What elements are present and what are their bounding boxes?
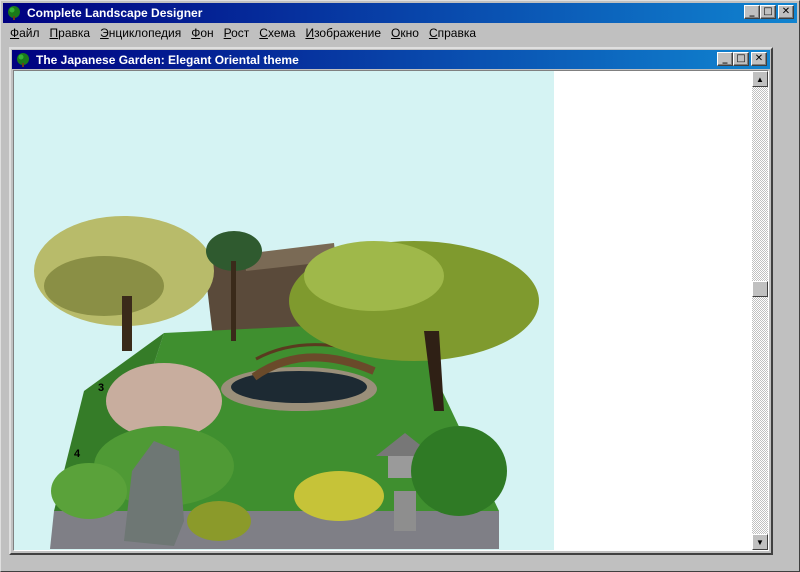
menu-encyclopedia[interactable]: Энциклопедия [95, 24, 186, 42]
menu-file[interactable]: Файл [5, 24, 45, 42]
maple-canopy-light [304, 241, 444, 311]
menu-window[interactable]: Окно [386, 24, 424, 42]
garden-scene: 4 3 [34, 216, 539, 549]
left-pine-canopy-shade [44, 256, 164, 316]
document-title: The Japanese Garden: Elegant Oriental th… [36, 52, 299, 67]
plant-label-4: 4 [74, 448, 81, 460]
menu-help[interactable]: Справка [424, 24, 481, 42]
document-maximize-button[interactable]: □ [733, 52, 749, 66]
scroll-up-button[interactable]: ▲ [752, 71, 768, 87]
scroll-thumb[interactable] [752, 281, 768, 297]
document-titlebar[interactable]: The Japanese Garden: Elegant Oriental th… [12, 50, 770, 69]
document-client-area: 4 3 ▲ ▼ [13, 70, 769, 551]
minimize-button[interactable]: _ [744, 5, 760, 19]
tree-icon [8, 6, 20, 20]
tree-icon [17, 52, 29, 67]
golden-shrub [294, 471, 384, 521]
document-window: The Japanese Garden: Elegant Oriental th… [9, 47, 773, 555]
menu-image[interactable]: Изображение [300, 24, 386, 42]
document-close-button[interactable]: ✕ [751, 52, 767, 66]
app-window-controls: _ □ ✕ [744, 5, 794, 19]
low-shrub [51, 463, 127, 519]
app-title: Complete Landscape Designer [27, 6, 203, 20]
stone-lantern-base [394, 491, 416, 531]
menu-growth[interactable]: Рост [219, 24, 255, 42]
small-round-shrub [187, 501, 251, 541]
boxwood-shrub [411, 426, 507, 516]
small-pine-trunk [231, 261, 236, 341]
plant-label-3: 3 [98, 382, 104, 394]
menu-edit[interactable]: Правка [45, 24, 96, 42]
app-titlebar[interactable]: Complete Landscape Designer _ □ ✕ [3, 3, 797, 23]
close-button[interactable]: ✕ [778, 5, 794, 19]
vertical-scrollbar[interactable]: ▲ ▼ [752, 71, 768, 550]
document-minimize-button[interactable]: _ [717, 52, 733, 66]
menu-background[interactable]: Фон [186, 24, 218, 42]
menu-scheme[interactable]: Схема [254, 24, 300, 42]
document-window-controls: _ □ ✕ [717, 52, 767, 66]
app-window: Complete Landscape Designer _ □ ✕ Файл П… [0, 0, 800, 572]
menubar: Файл Правка Энциклопедия Фон Рост Схема … [3, 23, 797, 43]
left-pine-trunk [122, 296, 132, 351]
garden-canvas[interactable]: 4 3 [14, 71, 554, 550]
scroll-down-button[interactable]: ▼ [752, 534, 768, 550]
maximize-button[interactable]: □ [760, 5, 776, 19]
status-bar [3, 558, 797, 570]
gravel-bed [50, 511, 499, 549]
pond-water [231, 371, 367, 403]
